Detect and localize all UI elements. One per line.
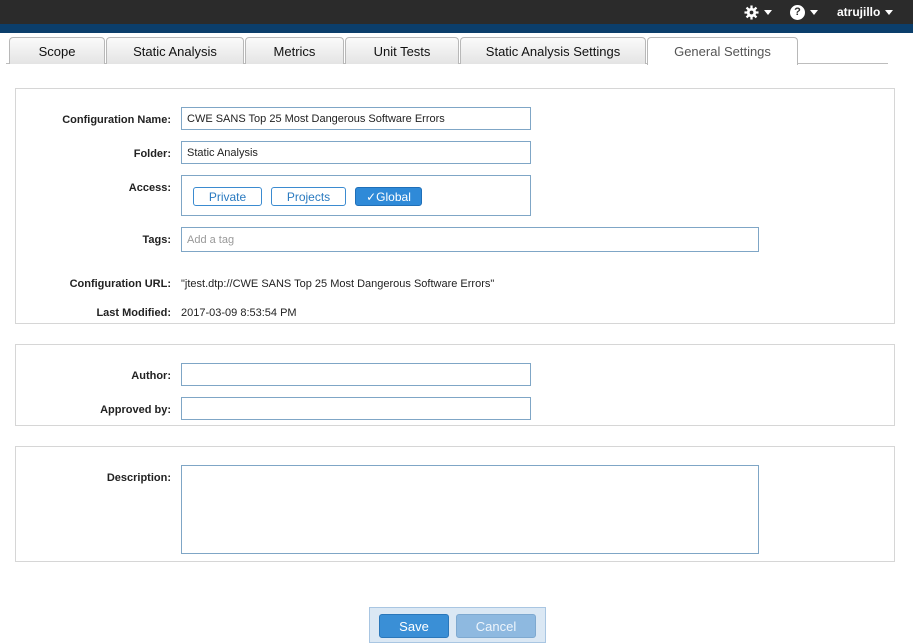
- tags-input[interactable]: Add a tag: [181, 227, 759, 252]
- header-stripe: [0, 24, 913, 33]
- tags-label: Tags:: [142, 234, 171, 246]
- settings-menu[interactable]: [744, 0, 772, 24]
- access-private-button[interactable]: Private: [193, 187, 262, 206]
- tab-scope[interactable]: Scope: [9, 37, 105, 64]
- people-panel: Author: Approved by:: [15, 344, 895, 426]
- save-button[interactable]: Save: [379, 614, 449, 638]
- cancel-button[interactable]: Cancel: [456, 614, 536, 638]
- config-url-value: "jtest.dtp://CWE SANS Top 25 Most Danger…: [181, 278, 495, 290]
- folder-field[interactable]: Static Analysis: [181, 141, 531, 164]
- tab-static-analysis-settings[interactable]: Static Analysis Settings: [460, 37, 646, 64]
- access-projects-button[interactable]: Projects: [271, 187, 346, 206]
- user-menu[interactable]: atrujillo: [837, 0, 894, 24]
- last-modified-label: Last Modified:: [96, 307, 171, 319]
- access-selector: Private Projects ✓Global: [181, 175, 531, 216]
- access-label: Access:: [128, 182, 171, 194]
- tab-unit-tests[interactable]: Unit Tests: [345, 37, 459, 64]
- gear-icon: [744, 4, 759, 20]
- folder-label: Folder:: [133, 148, 171, 160]
- help-icon: ?: [790, 4, 805, 20]
- author-label: Author:: [131, 370, 171, 382]
- approved-by-field[interactable]: [181, 397, 531, 420]
- config-name-field[interactable]: CWE SANS Top 25 Most Dangerous Software …: [181, 107, 531, 130]
- description-panel: Description:: [15, 446, 895, 562]
- chevron-down-icon: [764, 9, 772, 15]
- top-bar: ? atrujillo: [0, 0, 913, 24]
- config-name-label: Configuration Name:: [62, 114, 171, 126]
- tab-general-settings[interactable]: General Settings: [647, 37, 798, 65]
- help-menu[interactable]: ?: [790, 0, 818, 24]
- general-panel: Configuration Name: CWE SANS Top 25 Most…: [15, 88, 895, 324]
- action-bar: Save Cancel: [369, 607, 546, 643]
- approved-by-label: Approved by:: [100, 404, 171, 416]
- chevron-down-icon: [810, 9, 818, 15]
- username: atrujillo: [837, 5, 881, 19]
- access-global-button[interactable]: ✓Global: [355, 187, 422, 206]
- last-modified-value: 2017-03-09 8:53:54 PM: [181, 307, 297, 319]
- author-field[interactable]: [181, 363, 531, 386]
- chevron-down-icon: [885, 9, 894, 15]
- tab-metrics[interactable]: Metrics: [245, 37, 344, 64]
- description-textarea[interactable]: [181, 465, 759, 554]
- tab-static-analysis[interactable]: Static Analysis: [106, 37, 244, 64]
- config-url-label: Configuration URL:: [69, 278, 171, 290]
- description-label: Description:: [106, 472, 171, 484]
